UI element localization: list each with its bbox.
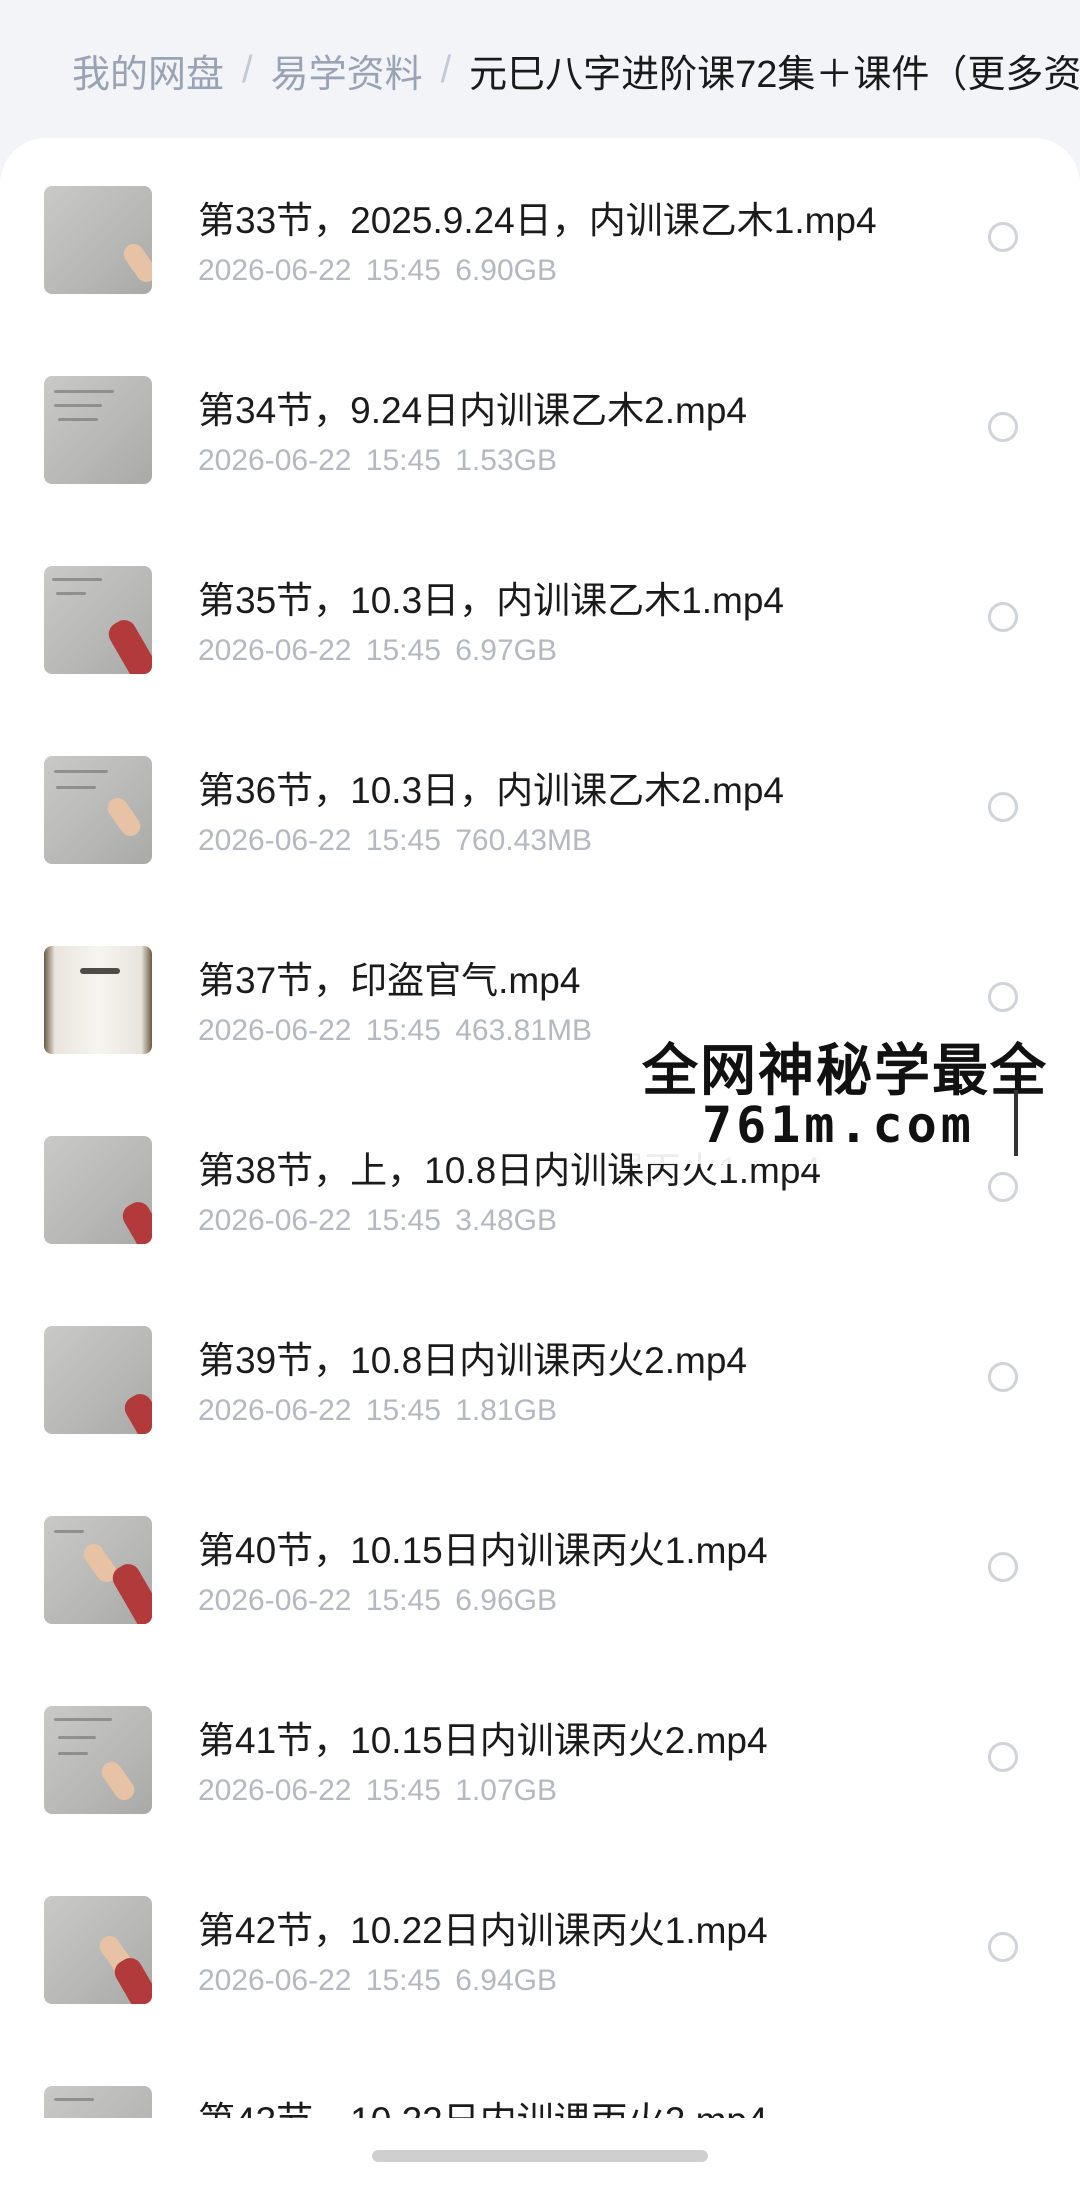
file-size: 3.48GB [455, 1204, 557, 1237]
file-size: 6.94GB [455, 1964, 557, 1997]
file-name: 第36节，10.3日，内训课乙木2.mp4 [198, 770, 785, 811]
file-name: 第35节，10.3日，内训课乙木1.mp4 [198, 580, 785, 621]
file-size: 1.53GB [455, 444, 557, 477]
video-thumbnail [44, 1516, 152, 1624]
watermark-overlay: 全网神秘学最全 761m.com [632, 1016, 1080, 1164]
file-size: 6.90GB [455, 254, 557, 287]
file-date: 2026-06-22 [198, 444, 352, 477]
file-meta: 2026-06-22 15:45 3.48GB [198, 1204, 557, 1238]
file-name: 第37节，印盗官气.mp4 [198, 960, 581, 1001]
file-row[interactable]: 第35节，10.3日，内训课乙木1.mp4 2026-06-22 15:45 6… [0, 518, 1080, 708]
file-time: 15:45 [365, 254, 441, 287]
file-row[interactable]: 第43节，10.22日内训课丙火2.mp4 [0, 2038, 1080, 2118]
select-radio[interactable] [988, 222, 1018, 252]
file-time: 15:45 [365, 1584, 441, 1617]
watermark-line2: 761m.com [702, 1096, 975, 1154]
file-meta: 2026-06-22 15:45 6.94GB [198, 1964, 557, 1998]
file-size: 6.96GB [455, 1584, 557, 1617]
file-time: 15:45 [365, 1014, 441, 1047]
file-row[interactable]: 第34节，9.24日内训课乙木2.mp4 2026-06-22 15:45 1.… [0, 328, 1080, 518]
file-meta: 2026-06-22 15:45 463.81MB [198, 1014, 592, 1048]
file-name: 第39节，10.8日内训课丙火2.mp4 [198, 1340, 748, 1381]
select-radio[interactable] [988, 412, 1018, 442]
video-thumbnail [44, 1896, 152, 2004]
select-radio[interactable] [988, 1742, 1018, 1772]
file-date: 2026-06-22 [198, 1014, 352, 1047]
file-name: 第33节，2025.9.24日，内训课乙木1.mp4 [198, 200, 877, 241]
video-thumbnail [44, 1326, 152, 1434]
file-name: 第42节，10.22日内训课丙火1.mp4 [198, 1910, 768, 1951]
file-row[interactable]: 第40节，10.15日内训课丙火1.mp4 2026-06-22 15:45 6… [0, 1468, 1080, 1658]
video-thumbnail [44, 1706, 152, 1814]
video-thumbnail [44, 946, 152, 1054]
file-size: 1.07GB [455, 1774, 557, 1807]
breadcrumb-separator: / [242, 48, 253, 91]
video-thumbnail [44, 376, 152, 484]
file-meta: 2026-06-22 15:45 1.53GB [198, 444, 557, 478]
file-time: 15:45 [365, 1394, 441, 1427]
file-date: 2026-06-22 [198, 254, 352, 287]
file-size: 760.43MB [455, 824, 592, 857]
file-date: 2026-06-22 [198, 1964, 352, 1997]
file-name: 第34节，9.24日内训课乙木2.mp4 [198, 390, 748, 431]
file-row[interactable]: 第39节，10.8日内训课丙火2.mp4 2026-06-22 15:45 1.… [0, 1278, 1080, 1468]
file-name: 第40节，10.15日内训课丙火1.mp4 [198, 1530, 768, 1571]
file-time: 15:45 [365, 1964, 441, 1997]
video-thumbnail [44, 186, 152, 294]
file-time: 15:45 [365, 824, 441, 857]
select-radio[interactable] [988, 1172, 1018, 1202]
file-time: 15:45 [365, 634, 441, 667]
file-date: 2026-06-22 [198, 634, 352, 667]
watermark-bar [1014, 1090, 1018, 1156]
breadcrumb: 我的网盘 / 易学资料 / 元巳八字进阶课72集＋课件（更多资 [0, 0, 1080, 140]
select-radio[interactable] [988, 792, 1018, 822]
breadcrumb-current-folder: 元巳八字进阶课72集＋课件（更多资 [469, 53, 1080, 96]
video-thumbnail [44, 566, 152, 674]
breadcrumb-item-yixue[interactable]: 易学资料 [271, 43, 423, 98]
file-date: 2026-06-22 [198, 1204, 352, 1237]
file-browser-screen: 我的网盘 / 易学资料 / 元巳八字进阶课72集＋课件（更多资 第33节，202… [0, 0, 1080, 2192]
file-meta: 2026-06-22 15:45 1.81GB [198, 1394, 557, 1428]
select-radio[interactable] [988, 1552, 1018, 1582]
watermark-line1: 全网神秘学最全 [642, 1039, 1048, 1102]
breadcrumb-item-my-drive[interactable]: 我的网盘 [72, 43, 224, 98]
video-thumbnail [44, 1136, 152, 1244]
file-size: 6.97GB [455, 634, 557, 667]
file-name: 第43节，10.22日内训课丙火2.mp4 [198, 2090, 768, 2118]
select-radio[interactable] [988, 1362, 1018, 1392]
file-meta: 2026-06-22 15:45 6.90GB [198, 254, 557, 288]
file-row[interactable]: 第36节，10.3日，内训课乙木2.mp4 2026-06-22 15:45 7… [0, 708, 1080, 898]
breadcrumb-separator: / [440, 48, 452, 91]
video-thumbnail [44, 2086, 152, 2118]
file-row[interactable]: 第42节，10.22日内训课丙火1.mp4 2026-06-22 15:45 6… [0, 1848, 1080, 2038]
file-meta: 2026-06-22 15:45 760.43MB [198, 824, 592, 858]
select-radio[interactable] [988, 1932, 1018, 1962]
file-date: 2026-06-22 [198, 824, 352, 857]
file-time: 15:45 [365, 1204, 441, 1237]
file-size: 463.81MB [455, 1014, 592, 1047]
file-time: 15:45 [365, 1774, 441, 1807]
file-list: 第33节，2025.9.24日，内训课乙木1.mp4 2026-06-22 15… [0, 138, 1080, 2192]
file-row[interactable]: 第41节，10.15日内训课丙火2.mp4 2026-06-22 15:45 1… [0, 1658, 1080, 1848]
file-meta: 2026-06-22 15:45 6.97GB [198, 634, 557, 668]
home-indicator[interactable] [372, 2150, 708, 2162]
select-radio[interactable] [988, 982, 1018, 1012]
file-time: 15:45 [365, 444, 441, 477]
file-date: 2026-06-22 [198, 1394, 352, 1427]
file-row[interactable]: 第33节，2025.9.24日，内训课乙木1.mp4 2026-06-22 15… [0, 138, 1080, 328]
select-radio[interactable] [988, 602, 1018, 632]
file-date: 2026-06-22 [198, 1584, 352, 1617]
file-size: 1.81GB [455, 1394, 557, 1427]
file-meta: 2026-06-22 15:45 6.96GB [198, 1584, 557, 1618]
file-date: 2026-06-22 [198, 1774, 352, 1807]
video-thumbnail [44, 756, 152, 864]
file-name: 第41节，10.15日内训课丙火2.mp4 [198, 1720, 768, 1761]
file-meta: 2026-06-22 15:45 1.07GB [198, 1774, 557, 1808]
